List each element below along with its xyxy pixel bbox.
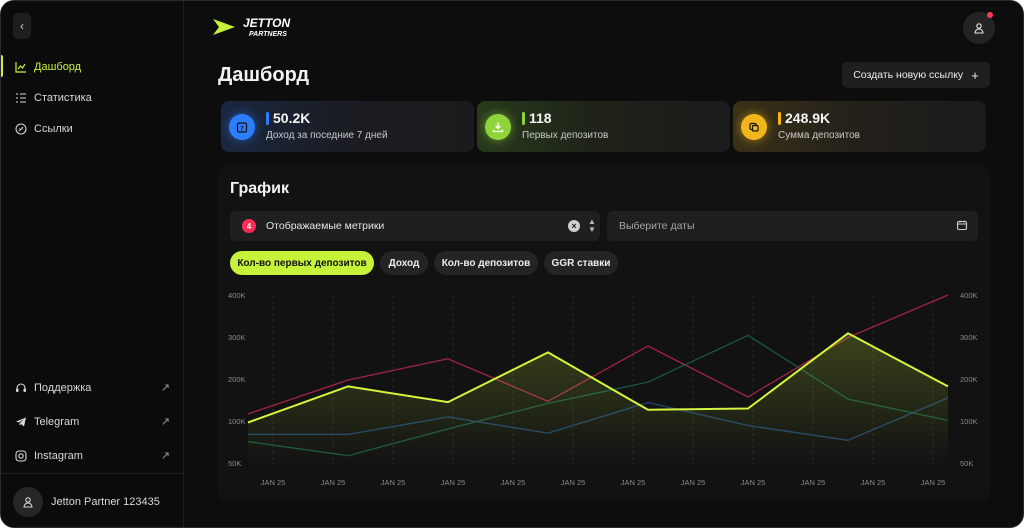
stat-accent [522, 112, 525, 125]
nav-item-instagram[interactable]: Instagram ↗ [1, 439, 184, 473]
user-profile[interactable]: Jetton Partner 123435 [1, 473, 184, 527]
clear-icon[interactable]: × [568, 220, 580, 232]
sort-arrows-icon: ▲ ▼ [588, 217, 596, 234]
nav-label: Статистика [34, 91, 92, 104]
date-picker-input[interactable]: Выберите даты [607, 211, 978, 241]
x-tick-label: JAN 25 [801, 478, 826, 487]
chip-label: Доход [388, 257, 420, 269]
x-tick-label: JAN 25 [681, 478, 706, 487]
chevron-left-icon: ‹ [20, 19, 24, 33]
arrow-up-right-icon: ↗ [160, 382, 170, 394]
notification-dot [987, 12, 993, 18]
stat-value: 118 [529, 110, 552, 126]
chart-icon [15, 61, 27, 73]
chip-ggr[interactable]: GGR ставки [544, 251, 618, 275]
x-tick-label: JAN 25 [381, 478, 406, 487]
app-window: ‹ Дашборд Статистика Ссылки Поддержка ↗ … [0, 0, 1024, 528]
stat-card-income: 7 50.2K Доход за поседние 7 дней [221, 101, 474, 152]
x-tick-label: JAN 25 [561, 478, 586, 487]
stat-card-deposit-sum: 248.9K Сумма депозитов [733, 101, 986, 152]
y-tick-label-right: 50K [960, 459, 973, 468]
arrow-up-right-icon: ↗ [160, 416, 170, 428]
chip-income[interactable]: Доход [380, 251, 428, 275]
chart-series [247, 294, 949, 465]
nav-item-dashboard[interactable]: Дашборд [1, 51, 184, 82]
instagram-icon [15, 450, 27, 462]
arrow-up-right-icon: ↗ [160, 450, 170, 462]
chart-title: График [230, 180, 289, 197]
user-name: Jetton Partner 123435 [51, 495, 160, 508]
chip-deposits-count[interactable]: Кол-во депозитов [434, 251, 538, 275]
collapse-sidebar-button[interactable]: ‹ [13, 13, 31, 39]
y-tick-label-right: 400K [960, 291, 978, 300]
metrics-count-badge: 4 [242, 219, 256, 233]
avatar [13, 486, 43, 517]
calendar-icon: 7 [229, 114, 255, 140]
user-icon [23, 496, 33, 508]
list-icon [15, 92, 27, 104]
chip-label: Кол-во депозитов [441, 257, 531, 269]
y-tick-label-right: 200K [960, 375, 978, 384]
create-link-label: Создать новую ссылку [853, 69, 964, 81]
page-title: Дашборд [218, 64, 310, 86]
x-tick-label: JAN 25 [261, 478, 286, 487]
stat-accent [778, 112, 781, 125]
stat-value: 248.9K [785, 110, 831, 126]
metrics-select[interactable]: 4 Отображаемые метрики × ▲ ▼ [230, 211, 600, 241]
chip-first-deposits[interactable]: Кол-во первых депозитов [230, 251, 374, 275]
x-tick-label: JAN 25 [501, 478, 526, 487]
date-placeholder: Выберите даты [619, 220, 695, 232]
x-tick-label: JAN 25 [321, 478, 346, 487]
logo-line1: JETTON [243, 16, 290, 30]
nav-item-telegram[interactable]: Telegram ↗ [1, 405, 184, 439]
plus-icon: + [971, 67, 979, 83]
y-tick-label-left: 300K [228, 333, 246, 342]
logo[interactable]: JETTON PARTNERS [213, 15, 313, 39]
metrics-select-label: Отображаемые метрики [266, 220, 385, 232]
calendar-icon [956, 219, 968, 234]
secondary-nav: Поддержка ↗ Telegram ↗ Instagram ↗ [1, 371, 184, 473]
nav-label: Дашборд [34, 60, 82, 73]
telegram-icon [15, 416, 27, 428]
stat-label: Первых депозитов [522, 130, 609, 141]
sidebar: ‹ Дашборд Статистика Ссылки Поддержка ↗ … [1, 1, 184, 527]
x-tick-label: JAN 25 [741, 478, 766, 487]
nav-label: Ссылки [34, 122, 73, 135]
nav-item-support[interactable]: Поддержка ↗ [1, 371, 184, 405]
stat-card-first-deposits: 118 Первых депозитов [477, 101, 730, 152]
user-icon [974, 23, 984, 34]
chip-label: GGR ставки [551, 257, 611, 269]
stat-accent [266, 112, 269, 125]
x-tick-label: JAN 25 [621, 478, 646, 487]
nav-item-links[interactable]: Ссылки [1, 113, 184, 144]
download-icon [485, 114, 511, 140]
series-area [248, 333, 948, 465]
nav-label: Поддержка [34, 382, 92, 394]
coins-icon [741, 114, 767, 140]
link-icon [15, 122, 27, 135]
create-link-button[interactable]: Создать новую ссылку + [842, 62, 990, 88]
stat-label: Доход за поседние 7 дней [266, 130, 388, 141]
logo-line2: PARTNERS [249, 31, 287, 38]
x-tick-label: JAN 25 [921, 478, 946, 487]
y-tick-label-right: 300K [960, 333, 978, 342]
main-nav: Дашборд Статистика Ссылки [1, 51, 184, 144]
x-tick-label: JAN 25 [861, 478, 886, 487]
chip-label: Кол-во первых депозитов [237, 257, 367, 269]
nav-label: Instagram [34, 450, 83, 462]
nav-label: Telegram [34, 416, 80, 428]
y-tick-label-right: 100K [960, 417, 978, 426]
y-tick-label-left: 400K [228, 291, 246, 300]
stat-label: Сумма депозитов [778, 130, 860, 141]
y-tick-label-left: 200K [228, 375, 246, 384]
y-tick-label-left: 50K [228, 459, 241, 468]
nav-item-statistics[interactable]: Статистика [1, 82, 184, 113]
y-tick-label-left: 100K [228, 417, 246, 426]
chart-panel: График 4 Отображаемые метрики × ▲ ▼ Выбер… [218, 165, 990, 501]
x-tick-label: JAN 25 [441, 478, 466, 487]
line-chart: JAN 25 JAN 25 JAN 25 JAN 25 JAN 25 JAN 25 JAN … [228, 291, 978, 487]
headset-icon [15, 382, 27, 394]
stat-value: 50.2K [273, 110, 311, 126]
